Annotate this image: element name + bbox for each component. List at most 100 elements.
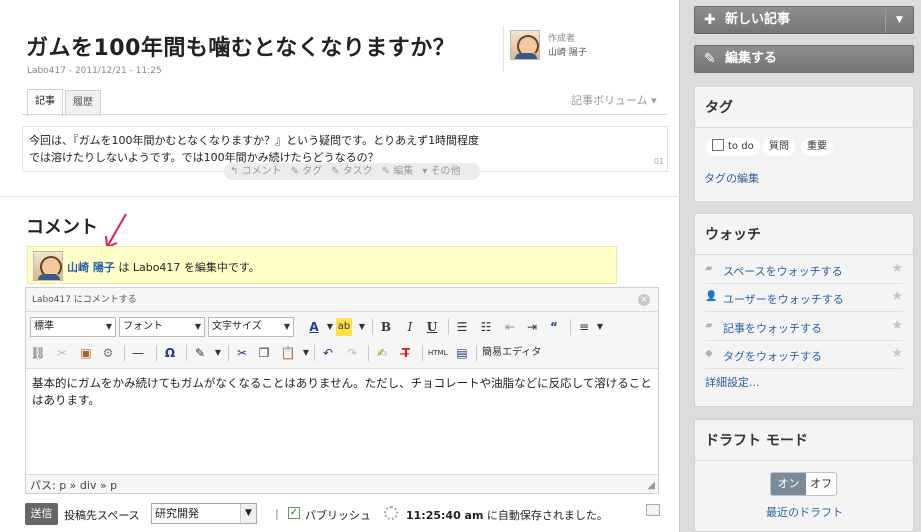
numbered-list-icon[interactable]: ☰ bbox=[454, 318, 470, 336]
editing-user-avatar[interactable] bbox=[33, 251, 63, 281]
font-select[interactable]: フォント ▼ bbox=[119, 317, 205, 337]
align-icon[interactable]: ≡ bbox=[576, 318, 592, 336]
watch-space-link[interactable]: スペースをウォッチする bbox=[723, 263, 843, 279]
star-icon[interactable]: ★ bbox=[891, 346, 903, 361]
cut-icon[interactable]: ✂ bbox=[234, 344, 250, 362]
post-tabs: 記事 履歴 bbox=[27, 89, 103, 116]
comment-footer: 送信 投稿先スペース 研究開発 ▼ | ✓ パブリッシュ 11:25:40 am … bbox=[25, 502, 665, 526]
image-icon[interactable]: ▣ bbox=[78, 344, 94, 362]
tab-history[interactable]: 履歴 bbox=[65, 90, 101, 116]
watch-tag-link[interactable]: タグをウォッチする bbox=[723, 348, 822, 364]
tag-todo[interactable]: to do bbox=[706, 138, 760, 156]
window-icon[interactable] bbox=[646, 504, 660, 516]
bold-icon[interactable]: B bbox=[378, 318, 394, 336]
outdent-icon[interactable]: ⇤ bbox=[502, 318, 518, 336]
font-select-value: フォント bbox=[123, 321, 163, 332]
bulleted-list-icon[interactable]: ☷ bbox=[478, 318, 494, 336]
edit-button[interactable]: ✎ 編集する bbox=[694, 45, 914, 73]
horizontal-rule-icon[interactable]: — bbox=[130, 344, 146, 362]
chevron-down-icon[interactable]: ▼ bbox=[885, 7, 913, 33]
unlink-icon[interactable]: ✂ bbox=[54, 344, 70, 362]
tab-article[interactable]: 記事 bbox=[27, 89, 63, 116]
undo-icon[interactable]: ↶ bbox=[320, 344, 336, 362]
watch-article-row[interactable]: ▰ 記事をウォッチする ★ bbox=[705, 313, 903, 341]
watch-user-row[interactable]: 👤 ユーザーをウォッチする ★ bbox=[705, 284, 903, 312]
author-avatar[interactable] bbox=[510, 30, 540, 60]
html-source-icon[interactable]: HTML bbox=[428, 344, 447, 362]
autosave-time: 11:25:40 am bbox=[406, 509, 484, 522]
toolbar-separator bbox=[186, 345, 187, 361]
watch-article-link[interactable]: 記事をウォッチする bbox=[723, 320, 822, 336]
task-action[interactable]: ✎ タスク bbox=[331, 166, 373, 177]
chevron-down-icon: ▼ bbox=[194, 322, 201, 331]
font-size-select-value: 文字サイズ bbox=[212, 321, 262, 332]
draft-on-option[interactable]: オン bbox=[771, 473, 806, 495]
italic-icon[interactable]: I bbox=[402, 318, 418, 336]
indent-icon[interactable]: ⇥ bbox=[524, 318, 540, 336]
copy-icon[interactable]: ❐ bbox=[256, 344, 272, 362]
highlight-color-icon[interactable]: ab bbox=[336, 318, 352, 336]
divider-bar: | bbox=[275, 507, 279, 520]
underline-icon[interactable]: U bbox=[424, 318, 440, 336]
author-name[interactable]: 山崎 陽子 bbox=[548, 45, 587, 58]
clean-up-icon[interactable]: ✍ bbox=[374, 344, 390, 362]
star-icon[interactable]: ★ bbox=[891, 318, 903, 333]
more-action[interactable]: ▾ その他 bbox=[422, 166, 460, 177]
publish-checkbox[interactable]: ✓ bbox=[288, 507, 300, 519]
watch-details-link[interactable]: 詳細設定... bbox=[705, 374, 760, 390]
settings-icon[interactable]: ⚙ bbox=[100, 344, 116, 362]
watch-tag-row[interactable]: ◆ タグをウォッチする ★ bbox=[705, 341, 903, 369]
edit-action[interactable]: ✎ 編集 bbox=[382, 166, 414, 177]
format-select[interactable]: 標準 ▼ bbox=[30, 317, 116, 337]
draft-mode-toggle[interactable]: オン オフ bbox=[770, 472, 837, 496]
toolbar-separator bbox=[228, 345, 229, 361]
fullscreen-icon[interactable]: ▤ bbox=[454, 344, 470, 362]
space-select[interactable]: 研究開発 ▼ bbox=[151, 503, 257, 524]
close-icon[interactable]: × bbox=[638, 294, 650, 306]
toolbar-separator bbox=[476, 345, 477, 361]
resize-grip-icon[interactable]: ◢ bbox=[647, 480, 655, 491]
star-icon[interactable]: ★ bbox=[891, 289, 903, 304]
folder-icon: ▰ bbox=[705, 263, 713, 274]
comment-action[interactable]: ↰ コメント bbox=[230, 166, 282, 177]
comment-text-area[interactable]: 基本的にガムをかみ続けてもガムがなくなることはありません。ただし、チョコレートや… bbox=[26, 368, 658, 475]
toolbar-separator bbox=[124, 345, 125, 361]
tag-action[interactable]: ✎ タグ bbox=[291, 166, 323, 177]
comments-heading: コメント bbox=[26, 217, 98, 238]
draft-mode-title: ドラフト モード bbox=[705, 433, 808, 449]
text-color-icon[interactable]: A bbox=[306, 318, 322, 336]
edit-tags-link[interactable]: タグの編集 bbox=[704, 170, 759, 186]
special-char-icon[interactable]: Ω bbox=[162, 344, 178, 362]
remove-format-icon[interactable]: T̶ bbox=[398, 344, 414, 362]
tag-icon: ◆ bbox=[705, 348, 713, 359]
editing-user-link[interactable]: 山崎 陽子 bbox=[67, 261, 115, 274]
format-paint-icon[interactable]: ✎ bbox=[192, 344, 208, 362]
simple-editor-button[interactable]: 簡易エディタ bbox=[482, 344, 541, 362]
chevron-down-icon[interactable]: ▼ bbox=[298, 344, 314, 362]
font-size-select[interactable]: 文字サイズ ▼ bbox=[208, 317, 294, 337]
blockquote-icon[interactable]: “ bbox=[546, 318, 562, 336]
recent-drafts-link[interactable]: 最近のドラフト bbox=[766, 504, 843, 520]
watch-space-row[interactable]: ▰ スペースをウォッチする ★ bbox=[705, 256, 903, 284]
paste-icon[interactable]: 📋 bbox=[280, 344, 296, 362]
tag-label: to do bbox=[728, 141, 754, 152]
tag-important[interactable]: 重要 bbox=[801, 138, 833, 156]
chevron-down-icon[interactable]: ▼ bbox=[592, 318, 608, 336]
panel-divider bbox=[695, 127, 913, 128]
space-select-value: 研究開発 bbox=[155, 507, 199, 520]
watch-user-link[interactable]: ユーザーをウォッチする bbox=[723, 291, 844, 307]
editing-status: は Labo417 を編集中です。 bbox=[114, 261, 260, 274]
link-icon[interactable]: ⛓ bbox=[30, 344, 46, 362]
new-post-button[interactable]: ✚ 新しい記事 ▼ bbox=[694, 6, 914, 34]
draft-off-option[interactable]: オフ bbox=[806, 473, 836, 495]
loading-spinner-icon bbox=[384, 506, 398, 520]
toolbar-separator bbox=[156, 345, 157, 361]
post-body-line: 今回は、『ガムを100年間かむとなくなりますか？』という疑問です。とりあえず1時… bbox=[29, 134, 480, 147]
chevron-down-icon[interactable]: ▼ bbox=[354, 318, 370, 336]
redo-icon[interactable]: ↷ bbox=[344, 344, 360, 362]
article-volume-menu[interactable]: 記事ボリューム ▾ bbox=[571, 92, 657, 108]
star-icon[interactable]: ★ bbox=[891, 261, 903, 276]
tag-question[interactable]: 質問 bbox=[763, 138, 795, 156]
send-button[interactable]: 送信 bbox=[25, 503, 58, 525]
chevron-down-icon[interactable]: ▼ bbox=[210, 344, 226, 362]
